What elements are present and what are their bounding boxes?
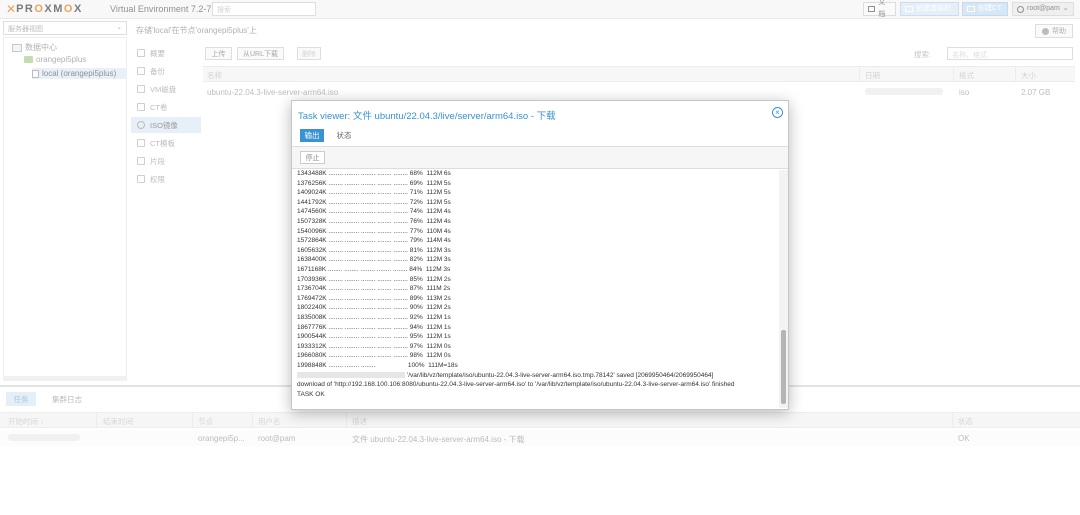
log-line: 1409024K ........ ........ ........ ....… — [297, 189, 451, 197]
log-line-download: download of 'http://192.168.100.106:8080… — [297, 381, 735, 389]
dialog-title: Task viewer: 文件 ubuntu/22.04.3/live/serv… — [298, 111, 556, 122]
log-line: 1638400K ........ ........ ........ ....… — [297, 256, 451, 264]
log-line: 1540096K ........ ........ ........ ....… — [297, 227, 451, 235]
log-scrollbar[interactable] — [779, 170, 788, 408]
log-line: 1671168K ........ ........ ........ ....… — [297, 266, 451, 273]
log-line: 1736704K ........ ........ ........ ....… — [297, 285, 451, 293]
log-line: 1572864K ........ ........ ........ ....… — [297, 237, 451, 245]
scrollbar-thumb[interactable] — [781, 330, 786, 404]
log-line: 1966080K ........ ........ ........ ....… — [297, 352, 451, 360]
stop-button[interactable]: 停止 — [300, 151, 325, 164]
log-line: 1933312K ........ ........ ........ ....… — [297, 342, 451, 350]
log-line: 1900544K ........ ........ ........ ....… — [297, 333, 451, 341]
log-line: 1998848K ........ ........ ........ 100%… — [297, 362, 458, 369]
log-line: 1703936K ........ ........ ........ ....… — [297, 275, 451, 283]
task-viewer-dialog: Task viewer: 文件 ubuntu/22.04.3/live/serv… — [291, 100, 789, 410]
log-line: 1507328K ........ ........ ........ ....… — [297, 218, 451, 225]
log-line: 1802240K ........ ........ ........ ....… — [297, 304, 451, 312]
log-line: 1605632K ........ ........ ........ ....… — [297, 246, 451, 254]
log-line-saved: '/var/lib/vz/template/iso/ubuntu-22.04.3… — [297, 372, 713, 379]
log-line-task-ok: TASK OK — [297, 390, 325, 398]
redacted-timestamp — [297, 371, 405, 378]
log-line: 1343488K ........ ........ ........ ....… — [297, 170, 451, 177]
log-line: 1835008K ........ ........ ........ ....… — [297, 314, 451, 321]
log-line: 1769472K ........ ........ ........ ....… — [297, 294, 451, 302]
log-line: 1376256K ........ ........ ........ ....… — [297, 179, 451, 187]
tab-status[interactable]: 状态 — [332, 129, 356, 142]
close-icon[interactable]: × — [772, 107, 783, 118]
tab-output[interactable]: 输出 — [300, 129, 324, 142]
log-line: 1474560K ........ ........ ........ ....… — [297, 208, 451, 216]
task-log-output: 1343488K ........ ........ ........ ....… — [293, 170, 779, 406]
log-line: 1867776K ........ ........ ........ ....… — [297, 323, 451, 331]
dialog-toolbar: 停止 — [292, 147, 788, 169]
log-line: 1441792K ........ ........ ........ ....… — [297, 198, 451, 206]
